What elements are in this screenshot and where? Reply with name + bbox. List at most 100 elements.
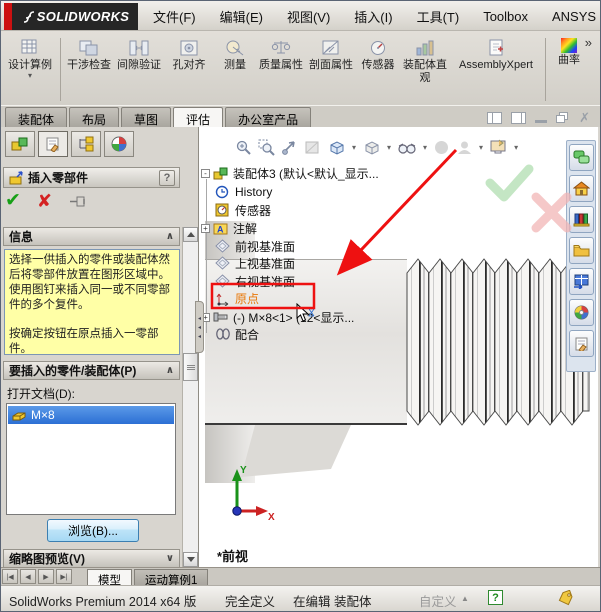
tab-layout[interactable]: 布局 (69, 107, 119, 127)
close-icon[interactable]: ✗ (579, 112, 590, 124)
section-view-icon[interactable] (304, 139, 321, 156)
menu-insert[interactable]: 插入(I) (354, 7, 392, 26)
tab-assembly[interactable]: 装配体 (5, 107, 67, 127)
split-left-icon[interactable] (487, 112, 502, 124)
sensors-button[interactable]: 传感器 (356, 34, 400, 105)
propertymanager-tab[interactable] (38, 131, 68, 157)
help-button[interactable]: ? (159, 170, 175, 186)
measure-button[interactable]: 测量 (214, 34, 256, 105)
restore-icon[interactable] (556, 112, 570, 124)
featuremanager-tab[interactable] (5, 131, 35, 157)
last-tab-button[interactable]: ▶| (56, 569, 72, 584)
cancel-button[interactable]: ✘ (37, 191, 52, 211)
tab-model[interactable]: 模型 (87, 569, 132, 585)
tree-item-assembly-root[interactable]: - 装配体3 (默认<默认_显示... (199, 164, 379, 182)
menu-ansys[interactable]: ANSYS 13.0 (552, 9, 601, 24)
ok-button[interactable]: ✔ (5, 191, 21, 211)
tree-item-origin[interactable]: 原点 (212, 289, 259, 307)
chevron-down-icon[interactable]: ▾ (479, 144, 483, 152)
tree-item-top-plane[interactable]: 上视基准面 (212, 254, 295, 272)
assembly-visualization-button[interactable]: 装配体直观 (400, 34, 450, 105)
menu-edit[interactable]: 编辑(E) (220, 7, 263, 26)
chevron-down-icon[interactable]: ▾ (423, 144, 427, 152)
panel-scrollbar[interactable] (182, 227, 198, 567)
home-icon[interactable] (569, 175, 594, 202)
section-properties-button[interactable]: 剖面属性 (306, 34, 356, 105)
tree-item-history[interactable]: History (212, 183, 272, 201)
configurationmanager-tab[interactable] (71, 131, 101, 157)
faded-ok-check-icon[interactable] (490, 169, 529, 197)
assemblyxpert-button[interactable]: AssemblyXpert (450, 34, 542, 105)
displaymanager-tab[interactable] (104, 131, 134, 157)
bolt-threads (407, 259, 589, 425)
tree-item-annotations[interactable]: + A 注解 (199, 219, 257, 237)
graphics-area[interactable]: ▾ ▾ ▾ ▾ ▾ - 装配体3 (默认<默认_显示... History 传感… (199, 127, 598, 567)
previous-view-icon[interactable] (281, 139, 298, 156)
collapse-expander-icon[interactable]: - (201, 169, 210, 178)
scroll-down-button[interactable] (183, 552, 198, 567)
hole-alignment-icon (178, 38, 200, 58)
zoom-fit-icon[interactable] (235, 139, 252, 156)
chevron-down-icon: ∨ (166, 553, 174, 564)
menu-toolbox[interactable]: Toolbox (483, 9, 528, 24)
appearances-icon[interactable] (569, 299, 594, 326)
menu-file[interactable]: 文件(F) (153, 7, 196, 26)
expand-expander-icon[interactable]: + (201, 224, 210, 233)
tab-office-products[interactable]: 办公室产品 (225, 107, 311, 127)
hide-show-items-icon[interactable] (397, 140, 417, 155)
faded-cancel-x-icon[interactable] (536, 197, 567, 228)
bolt-part-icon (213, 310, 229, 324)
tab-motion-study-1[interactable]: 运动算例1 (134, 569, 208, 585)
browse-button[interactable]: 浏览(B)... (47, 519, 139, 542)
interference-check-button[interactable]: 干涉检查 (64, 34, 114, 105)
chevron-down-icon[interactable]: ▾ (352, 144, 356, 152)
edit-appearance-icon[interactable] (433, 139, 450, 156)
chevron-up-icon[interactable]: ▲ (461, 594, 469, 603)
mass-properties-button[interactable]: 质量属性 (256, 34, 306, 105)
file-explorer-icon[interactable] (569, 237, 594, 264)
clearance-verify-button[interactable]: 间隙验证 (114, 34, 164, 105)
next-tab-button[interactable]: ▶ (38, 569, 54, 584)
curvature-button[interactable]: 曲率 (549, 34, 589, 105)
open-documents-listbox[interactable]: M×8 (6, 403, 176, 515)
panel-splitter-handle[interactable]: ◂◂◂ (195, 301, 204, 353)
thumbnail-section-header[interactable]: 缩略图预览(V) ∨ (3, 549, 180, 568)
pin-button[interactable] (68, 194, 88, 209)
assembly-icon (213, 166, 229, 180)
quick-tips-button[interactable]: ? (488, 590, 503, 605)
first-tab-button[interactable]: |◀ (2, 569, 18, 584)
display-style-icon[interactable] (362, 139, 381, 156)
interference-check-icon (78, 38, 100, 58)
prev-tab-button[interactable]: ◀ (20, 569, 36, 584)
menu-view[interactable]: 视图(V) (287, 7, 330, 26)
scrollbar-thumb[interactable] (183, 353, 198, 381)
menu-tools[interactable]: 工具(T) (417, 7, 460, 26)
toolbar-overflow-button[interactable]: » (585, 35, 592, 50)
parts-section-header[interactable]: 要插入的零件/装配体(P) ∧ (3, 361, 180, 380)
info-section-header[interactable]: 信息 ∧ (3, 227, 180, 246)
apply-scene-icon[interactable] (456, 139, 473, 156)
tree-item-mates[interactable]: 配合 (212, 325, 259, 343)
chevron-down-icon[interactable]: ▾ (387, 144, 391, 152)
listbox-selected-item[interactable]: M×8 (8, 406, 174, 424)
zoom-area-icon[interactable] (258, 139, 275, 156)
hole-alignment-button[interactable]: 孔对齐 (164, 34, 214, 105)
view-palette-icon[interactable] (569, 268, 594, 295)
custom-properties-icon[interactable] (569, 330, 594, 357)
tab-evaluate[interactable]: 评估 (173, 107, 223, 127)
chevron-down-icon[interactable]: ▾ (514, 144, 518, 152)
view-settings-icon[interactable] (489, 139, 508, 156)
tab-sketch[interactable]: 草图 (121, 107, 171, 127)
tree-item-sensors[interactable]: 传感器 (212, 201, 271, 219)
tree-item-front-plane[interactable]: 前视基准面 (212, 237, 295, 255)
scroll-up-button[interactable] (183, 227, 198, 242)
tree-item-part-m8[interactable]: + (-) M×8<1> (12<显示... (199, 308, 354, 326)
tree-item-right-plane[interactable]: 右视基准面 (212, 272, 295, 290)
design-library-icon[interactable] (569, 206, 594, 233)
minimize-icon[interactable] (535, 113, 547, 123)
view-orientation-icon[interactable] (327, 139, 346, 156)
split-right-icon[interactable] (511, 112, 526, 124)
design-study-button[interactable]: 设计算例 ▾ (3, 34, 57, 105)
tag-icon[interactable] (557, 590, 575, 606)
solidworks-resources-icon[interactable] (569, 144, 594, 171)
